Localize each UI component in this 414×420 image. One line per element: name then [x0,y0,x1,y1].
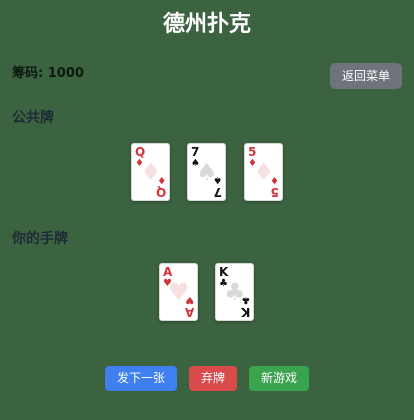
new-game-button[interactable]: 新游戏 [249,366,309,391]
card-corner-bottom: A ♥ [184,294,194,319]
card-corner-bottom: Q ♦ [155,174,166,199]
diamond-icon: ♦ [157,174,166,185]
card-corner-bottom: 5 ♦ [270,174,279,199]
card-rank: K [240,305,250,319]
chip-count: 筹码: 1000 [12,66,84,81]
hand-card-2: K ♣ ♣ K ♣ [215,263,254,321]
heart-icon: ♥ [185,294,194,305]
hand-card-1: A ♥ ♥ A ♥ [159,263,198,321]
club-icon: ♣ [241,294,250,305]
back-to-menu-button[interactable]: 返回菜单 [330,63,402,89]
community-card-3: 5 ♦ ♦ 5 ♦ [244,143,283,201]
spade-icon: ♠ [213,174,222,185]
card-rank: 5 [270,185,279,199]
card-corner-bottom: K ♣ [240,294,250,319]
community-card-2: 7 ♠ ♠ 7 ♠ [187,143,226,201]
hand-cards-label: 你的手牌 [12,231,68,247]
community-card-1: Q ♦ ♦ Q ♦ [131,143,170,201]
fold-button[interactable]: 弃牌 [189,366,237,391]
game-title: 德州扑克 [162,12,251,37]
community-cards-label: 公共牌 [12,110,54,126]
diamond-icon: ♦ [270,174,279,185]
card-rank: Q [155,185,166,199]
card-corner-bottom: 7 ♠ [213,174,222,199]
card-rank: 7 [213,185,222,199]
deal-next-card-button[interactable]: 发下一张 [105,366,177,391]
card-rank: A [184,305,194,319]
